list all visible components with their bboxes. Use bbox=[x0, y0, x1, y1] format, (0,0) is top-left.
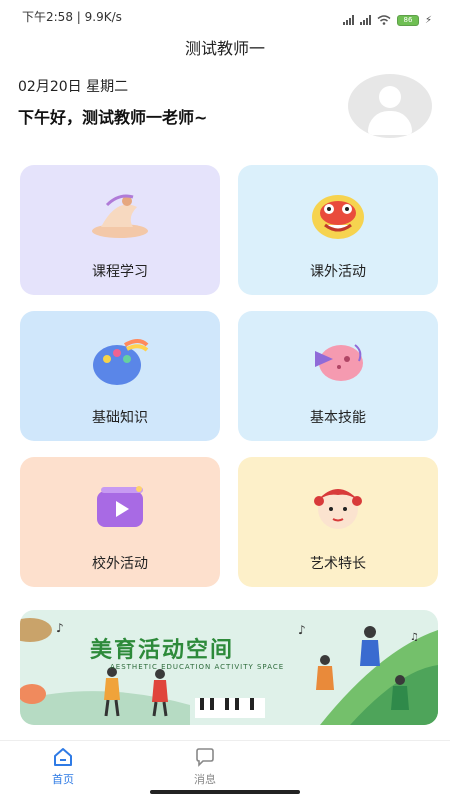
avatar-body-shape bbox=[368, 111, 412, 135]
menu-label: 基本技能 bbox=[310, 410, 366, 426]
menu-card-art-specialty[interactable]: 艺术特长 bbox=[238, 457, 438, 587]
tab-label: 首页 bbox=[52, 773, 74, 786]
banner-subtitle: AESTHETIC EDUCATION ACTIVITY SPACE bbox=[110, 663, 285, 671]
chat-icon bbox=[196, 748, 214, 767]
signal-icon bbox=[359, 15, 371, 25]
aesthetic-activity-banner[interactable]: ♪ ♪ ♫ 美育活动空间 AESTHETIC EDUCATION ACTIVITY … bbox=[20, 610, 438, 725]
status-time: 下午2:58 | 9.9K/s bbox=[22, 10, 122, 24]
battery-icon: 86 bbox=[396, 14, 419, 26]
dancer-icon bbox=[85, 187, 155, 243]
svg-text:♪: ♪ bbox=[298, 623, 306, 637]
menu-label: 校外活动 bbox=[92, 556, 148, 572]
tab-home[interactable]: 首页 bbox=[52, 741, 74, 800]
avatar[interactable] bbox=[348, 74, 432, 138]
page-title: 测试教师一 bbox=[184, 39, 265, 58]
menu-label: 课程学习 bbox=[92, 264, 148, 280]
menu-label: 基础知识 bbox=[92, 410, 148, 426]
menu-label: 课外活动 bbox=[310, 264, 366, 280]
lion-dance-icon bbox=[303, 187, 373, 243]
banner-title: 美育活动空间 bbox=[90, 638, 235, 663]
home-indicator[interactable] bbox=[150, 790, 300, 794]
charging-icon: ⚡ bbox=[424, 14, 432, 26]
svg-text:♪: ♪ bbox=[56, 621, 64, 635]
video-play-icon bbox=[85, 479, 155, 535]
wifi-icon bbox=[377, 15, 391, 25]
menu-label: 艺术特长 bbox=[310, 556, 366, 572]
menu-card-course-study[interactable]: 课程学习 bbox=[20, 165, 220, 295]
status-icons: 86 ⚡ bbox=[342, 8, 432, 32]
menu-card-basic-skills[interactable]: 基本技能 bbox=[238, 311, 438, 441]
home-icon bbox=[54, 748, 72, 766]
status-bar: 下午2:58 | 9.9K/s 86 ⚡ bbox=[0, 0, 450, 32]
menu-card-basic-knowledge[interactable]: 基础知识 bbox=[20, 311, 220, 441]
svg-text:♫: ♫ bbox=[410, 632, 419, 643]
avatar-head-shape bbox=[379, 86, 401, 108]
tab-label: 消息 bbox=[194, 773, 216, 786]
palette-icon bbox=[85, 333, 155, 389]
menu-grid: 课程学习 课外活动 基础知识 基本技能 校外活动 艺术特长 bbox=[20, 165, 438, 587]
greeting-section: 02月20日 星期二 下午好，测试教师一老师~ bbox=[0, 66, 450, 156]
opera-mask-icon bbox=[303, 479, 373, 535]
menu-card-extracurricular[interactable]: 课外活动 bbox=[238, 165, 438, 295]
conch-icon bbox=[303, 333, 373, 389]
menu-card-off-campus[interactable]: 校外活动 bbox=[20, 457, 220, 587]
signal-icon bbox=[342, 15, 354, 25]
